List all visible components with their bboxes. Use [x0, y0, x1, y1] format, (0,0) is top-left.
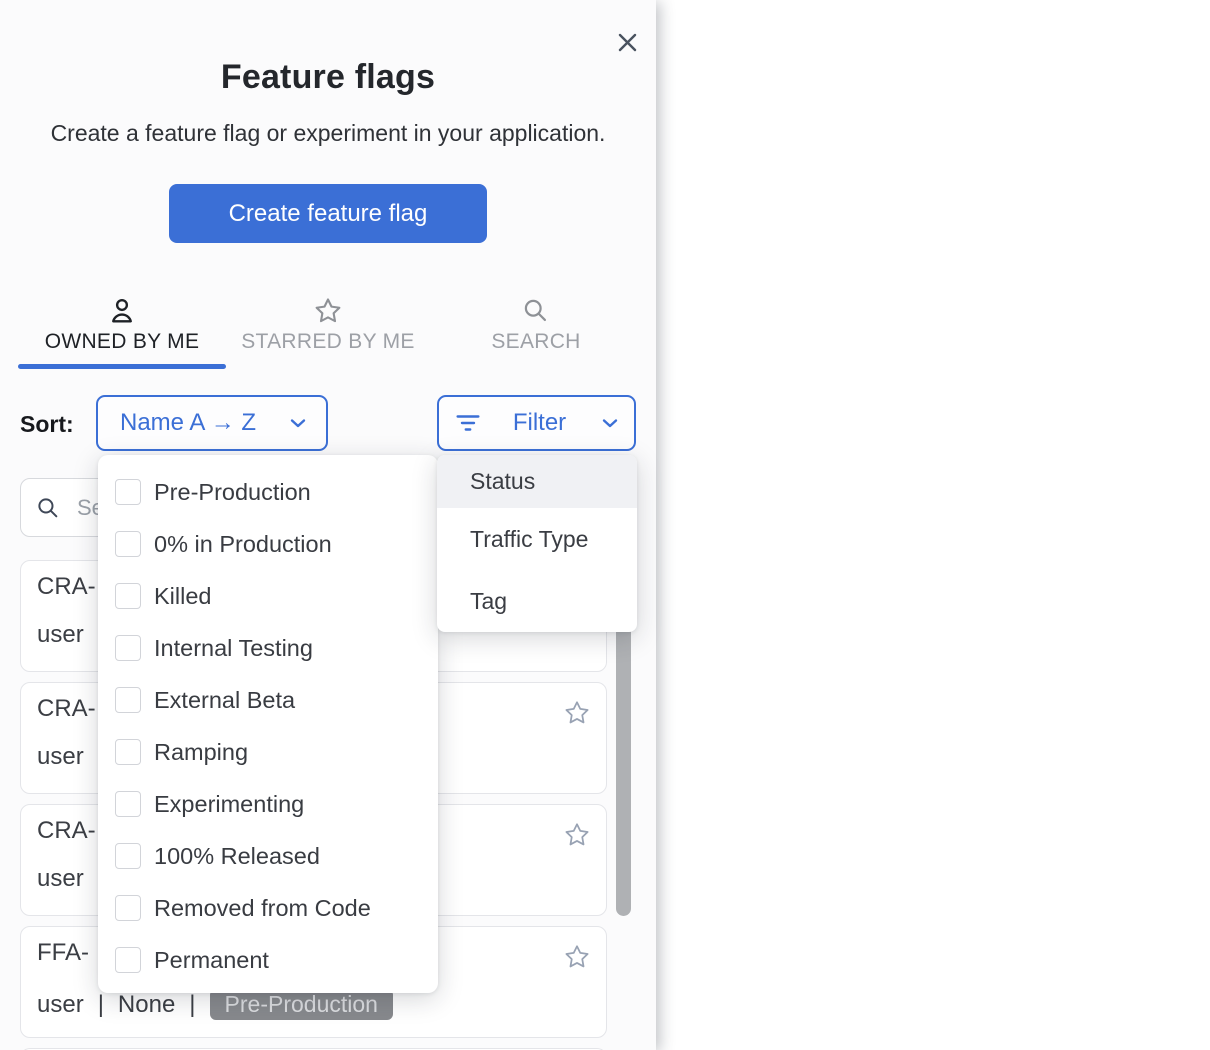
chevron-down-icon: [286, 411, 310, 435]
flag-meta: user | None | Pre-Production: [37, 989, 393, 1020]
star-button[interactable]: [563, 821, 591, 849]
person-icon: [107, 296, 137, 326]
sort-menu-item[interactable]: External Beta: [98, 674, 438, 726]
checkbox[interactable]: [115, 947, 141, 973]
separator: |: [98, 991, 104, 1019]
star-button[interactable]: [563, 943, 591, 971]
sort-dropdown-menu: Pre-Production 0% in Production Killed I…: [98, 455, 438, 993]
star-button[interactable]: [563, 699, 591, 727]
tab-label: STARRED BY ME: [241, 330, 415, 354]
filter-menu-item-status[interactable]: Status: [437, 455, 637, 508]
sort-menu-item[interactable]: Pre-Production: [98, 466, 438, 518]
tab-starred-by-me[interactable]: STARRED BY ME: [230, 296, 426, 368]
checkbox[interactable]: [115, 531, 141, 557]
checkbox[interactable]: [115, 479, 141, 505]
tags-value: None: [118, 991, 175, 1019]
screen: Feature flags Create a feature flag or e…: [0, 0, 1210, 1050]
flag-meta: user: [37, 621, 84, 649]
traffic-type-value: user: [37, 991, 84, 1019]
close-button[interactable]: [610, 25, 644, 59]
page-title: Feature flags: [0, 58, 656, 97]
close-icon: [618, 33, 637, 52]
checkbox[interactable]: [115, 843, 141, 869]
flag-name: CRA-: [37, 817, 96, 845]
active-tab-underline: [18, 364, 226, 369]
flag-meta: user: [37, 743, 84, 771]
feature-flags-panel: Feature flags Create a feature flag or e…: [0, 0, 656, 1050]
sort-label: Sort:: [20, 411, 74, 438]
status-badge: Pre-Production: [210, 989, 393, 1020]
flag-name: CRA-: [37, 573, 96, 601]
tab-owned-by-me[interactable]: OWNED BY ME: [18, 296, 226, 368]
search-icon: [521, 296, 551, 326]
checkbox[interactable]: [115, 687, 141, 713]
filter-icon: [455, 410, 481, 436]
sort-menu-item[interactable]: Killed: [98, 570, 438, 622]
background-page: [656, 0, 1210, 1050]
flag-meta: user: [37, 865, 84, 893]
sort-menu-item[interactable]: 100% Released: [98, 830, 438, 882]
sort-menu-item[interactable]: Internal Testing: [98, 622, 438, 674]
tab-label: OWNED BY ME: [45, 330, 200, 354]
sort-value: Name A → Z: [120, 409, 256, 437]
chevron-down-icon: [598, 411, 622, 435]
star-icon: [313, 296, 343, 326]
filter-label: Filter: [513, 409, 566, 437]
sort-menu-item[interactable]: Experimenting: [98, 778, 438, 830]
page-subtitle: Create a feature flag or experiment in y…: [0, 120, 656, 147]
checkbox[interactable]: [115, 583, 141, 609]
sort-menu-item[interactable]: Permanent: [98, 934, 438, 986]
checkbox[interactable]: [115, 791, 141, 817]
checkbox[interactable]: [115, 895, 141, 921]
sort-menu-item[interactable]: Ramping: [98, 726, 438, 778]
checkbox[interactable]: [115, 739, 141, 765]
filter-dropdown-button[interactable]: Filter: [437, 395, 636, 451]
separator: |: [189, 991, 195, 1019]
sort-menu-item[interactable]: 0% in Production: [98, 518, 438, 570]
sort-dropdown-button[interactable]: Name A → Z: [96, 395, 328, 451]
tab-search[interactable]: SEARCH: [470, 296, 602, 368]
flag-name: FFA-: [37, 939, 89, 967]
filter-menu-item-traffic-type[interactable]: Traffic Type: [437, 508, 637, 570]
create-feature-flag-button[interactable]: Create feature flag: [169, 184, 487, 243]
tab-label: SEARCH: [491, 330, 580, 354]
scrollbar-thumb[interactable]: [616, 598, 631, 916]
checkbox[interactable]: [115, 635, 141, 661]
filter-menu-item-tag[interactable]: Tag: [437, 570, 637, 632]
filter-dropdown-menu: Status Traffic Type Tag: [437, 455, 637, 632]
sort-menu-item[interactable]: Removed from Code: [98, 882, 438, 934]
flag-name: CRA-: [37, 695, 96, 723]
